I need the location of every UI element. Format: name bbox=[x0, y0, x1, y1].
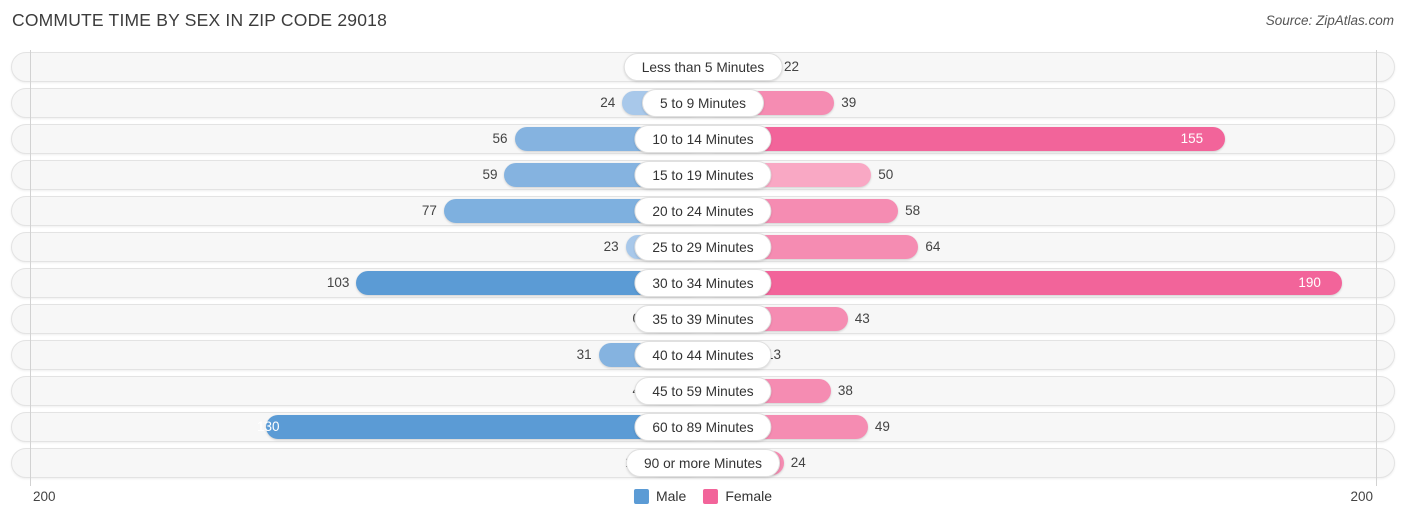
value-label-male: 23 bbox=[603, 239, 619, 254]
category-label[interactable]: 15 to 19 Minutes bbox=[634, 161, 772, 189]
value-label-male: 77 bbox=[421, 203, 437, 218]
value-label-female: 49 bbox=[874, 419, 890, 434]
legend-item[interactable]: Male bbox=[633, 488, 687, 504]
chart-row[interactable]: 04335 to 39 Minutes bbox=[11, 304, 1395, 334]
axis-label-right: 200 bbox=[1350, 489, 1373, 504]
category-label[interactable]: 5 to 9 Minutes bbox=[642, 89, 764, 117]
value-label-female: 155 bbox=[1180, 131, 1204, 146]
category-label[interactable]: 20 to 24 Minutes bbox=[634, 197, 772, 225]
value-label-female: 190 bbox=[1298, 275, 1321, 290]
chart-row[interactable]: 56 155 10 to 14 Minutes bbox=[11, 124, 1395, 154]
chart-row[interactable]: 1722Less than 5 Minutes bbox=[11, 52, 1395, 82]
page-title: COMMUTE TIME BY SEX IN ZIP CODE 29018 bbox=[12, 10, 388, 30]
chart-legend: Male Female bbox=[633, 488, 772, 504]
bar-female[interactable] bbox=[703, 127, 1225, 151]
category-label[interactable]: 90 or more Minutes bbox=[626, 449, 780, 477]
value-label-male: 130 bbox=[257, 419, 280, 434]
legend-label: Female bbox=[725, 488, 773, 504]
value-label-female: 39 bbox=[841, 95, 857, 110]
chart-row[interactable]: 152490 or more Minutes bbox=[11, 448, 1395, 478]
value-label-male: 103 bbox=[326, 275, 350, 290]
chart-row[interactable]: 77 58 20 to 24 Minutes bbox=[11, 196, 1395, 226]
category-label[interactable]: Less than 5 Minutes bbox=[623, 53, 783, 81]
value-label-male: 24 bbox=[600, 95, 616, 110]
category-label[interactable]: 35 to 39 Minutes bbox=[634, 305, 772, 333]
legend-label: Male bbox=[655, 488, 687, 504]
value-label-male: 59 bbox=[482, 167, 498, 182]
category-label[interactable]: 10 to 14 Minutes bbox=[634, 125, 772, 153]
value-label-female: 22 bbox=[784, 59, 800, 74]
legend-swatch-icon bbox=[703, 488, 719, 504]
chart-row[interactable]: 23 64 25 to 29 Minutes bbox=[11, 232, 1395, 262]
category-label[interactable]: 45 to 59 Minutes bbox=[634, 377, 772, 405]
value-label-female: 50 bbox=[878, 167, 894, 182]
axis-line-left bbox=[30, 50, 31, 486]
bar-female[interactable] bbox=[703, 271, 1343, 295]
axis-label-left: 200 bbox=[33, 489, 56, 504]
value-label-female: 38 bbox=[837, 383, 853, 398]
chart-plot-area: 1722Less than 5 Minutes 24 39 5 to 9 Minute… bbox=[0, 50, 1406, 486]
value-label-female: 58 bbox=[905, 203, 921, 218]
source-attribution: Source: ZipAtlas.com bbox=[1265, 13, 1394, 28]
chart-row[interactable]: 103 190 30 to 34 Minutes bbox=[11, 268, 1395, 298]
chart-row[interactable]: 43845 to 59 Minutes bbox=[11, 376, 1395, 406]
category-label[interactable]: 40 to 44 Minutes bbox=[634, 341, 772, 369]
value-label-male: 56 bbox=[492, 131, 508, 146]
chart-row[interactable]: 130 49 60 to 89 Minutes bbox=[11, 412, 1395, 442]
category-label[interactable]: 25 to 29 Minutes bbox=[634, 233, 772, 261]
value-label-female: 64 bbox=[925, 239, 941, 254]
axis-line-right bbox=[1376, 50, 1377, 486]
chart-row[interactable]: 31 13 40 to 44 Minutes bbox=[11, 340, 1395, 370]
category-label[interactable]: 30 to 34 Minutes bbox=[634, 269, 772, 297]
chart-footer: 200 200 Male Female bbox=[0, 486, 1406, 523]
value-label-female: 24 bbox=[790, 455, 806, 470]
value-label-male: 31 bbox=[576, 347, 592, 362]
chart-row[interactable]: 24 39 5 to 9 Minutes bbox=[11, 88, 1395, 118]
category-label[interactable]: 60 to 89 Minutes bbox=[634, 413, 772, 441]
value-label-female: 43 bbox=[854, 311, 870, 326]
legend-item[interactable]: Female bbox=[703, 488, 772, 504]
chart-root: COMMUTE TIME BY SEX IN ZIP CODE 29018 So… bbox=[0, 0, 1406, 523]
legend-swatch-icon bbox=[633, 488, 649, 504]
chart-row[interactable]: 59 50 15 to 19 Minutes bbox=[11, 160, 1395, 190]
